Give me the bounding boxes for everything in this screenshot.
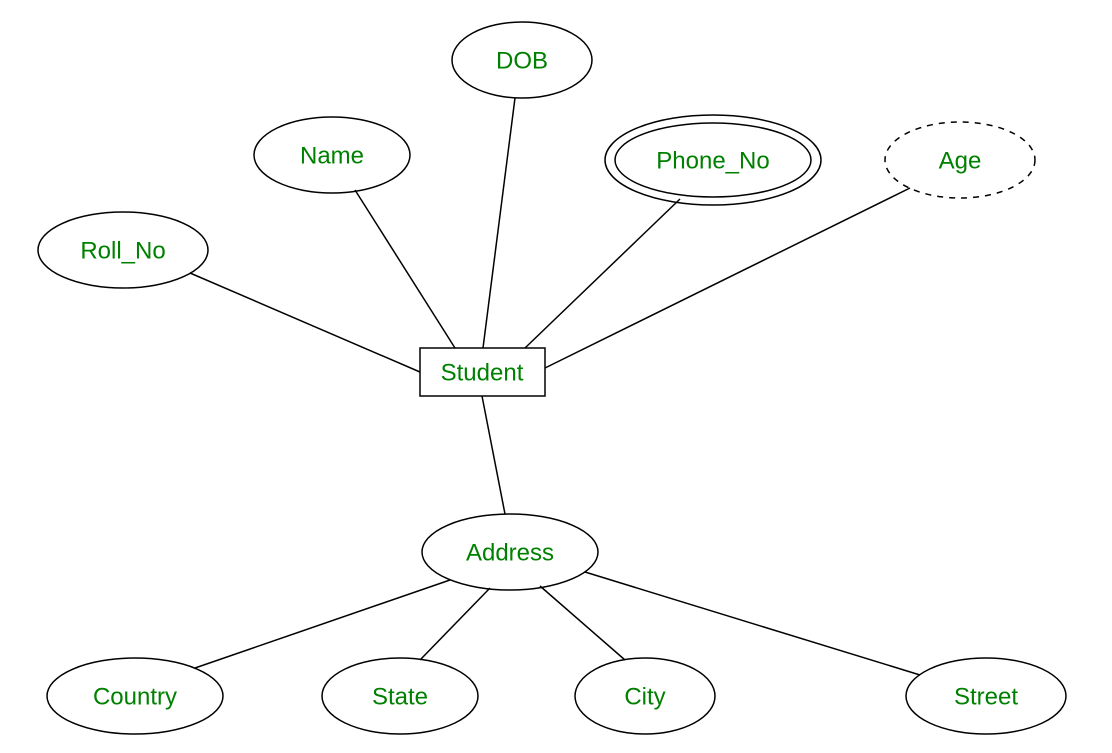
attr-state-label: State [372, 683, 428, 710]
attr-address: Address [422, 514, 598, 590]
attr-city: City [575, 658, 715, 734]
er-diagram: Student Roll_No Name DOB Phone_No Age Ad… [0, 0, 1112, 753]
edge-name-student [355, 190, 455, 348]
attr-name: Name [254, 117, 410, 193]
attr-age: Age [885, 122, 1035, 198]
attr-street-label: Street [954, 683, 1018, 710]
edge-address-city [540, 586, 625, 660]
edge-dob-student [483, 98, 515, 348]
attr-state: State [322, 658, 478, 734]
edge-phone-student [525, 199, 680, 348]
edge-age-student [545, 188, 910, 368]
attr-name-label: Name [300, 142, 364, 169]
attr-roll-no-label: Roll_No [80, 237, 165, 264]
attr-country: Country [47, 658, 223, 734]
attr-street: Street [906, 658, 1066, 734]
attr-dob-label: DOB [496, 47, 548, 74]
attr-country-label: Country [93, 683, 177, 710]
attr-city-label: City [624, 683, 665, 710]
edge-address-country [195, 580, 450, 668]
edge-address-state [420, 588, 490, 660]
attr-roll-no: Roll_No [38, 212, 208, 288]
edge-rollno-student [190, 273, 420, 372]
edge-student-address [482, 396, 505, 514]
attr-age-label: Age [939, 147, 982, 174]
edge-address-street [585, 572, 920, 675]
attr-phone-no-label: Phone_No [656, 147, 769, 174]
entity-student-label: Student [441, 359, 524, 386]
attr-phone-no: Phone_No [605, 115, 821, 205]
attr-dob: DOB [452, 22, 592, 98]
entity-student: Student [420, 348, 545, 396]
attr-address-label: Address [466, 539, 554, 566]
